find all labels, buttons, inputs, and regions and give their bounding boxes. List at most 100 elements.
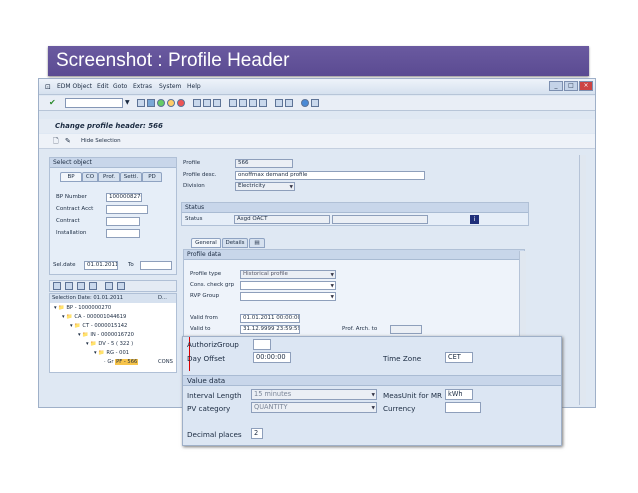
- contract-input[interactable]: [106, 217, 140, 226]
- cons-check-grp-label: Cons. check grp: [190, 282, 235, 288]
- pv-category-select[interactable]: QUANTITY ▼: [251, 402, 377, 413]
- rvp-group-select[interactable]: ▼: [240, 292, 336, 301]
- profile-desc-input[interactable]: onoffmax demand profile: [235, 171, 425, 180]
- tree-settings-icon[interactable]: [117, 282, 125, 290]
- standard-toolbar: ✔ ▼: [39, 96, 595, 111]
- window-icon[interactable]: ⊡: [45, 83, 51, 91]
- tab-pd[interactable]: PD: [142, 172, 162, 182]
- status-info-icon[interactable]: i: [470, 215, 479, 224]
- tab-settl[interactable]: Settl.: [120, 172, 142, 182]
- document-icon[interactable]: 🗋: [53, 137, 59, 148]
- currency-input[interactable]: [445, 402, 481, 413]
- division-label: Division: [183, 183, 205, 189]
- tree-collapse-icon[interactable]: [65, 282, 73, 290]
- change-icon[interactable]: ✎: [65, 137, 71, 145]
- save-icon[interactable]: [147, 99, 155, 107]
- contract-acct-label: Contract Acct: [56, 206, 94, 212]
- tab-bp[interactable]: BP: [60, 172, 82, 182]
- tab-general[interactable]: General: [191, 238, 221, 248]
- prof-arch-label: Prof. Arch. to: [342, 326, 378, 332]
- close-icon[interactable]: ×: [579, 81, 593, 91]
- back-nav-icon[interactable]: [157, 99, 165, 107]
- find-icon[interactable]: [203, 99, 211, 107]
- interval-length-select[interactable]: 15 minutes ▼: [251, 389, 377, 400]
- currency-label: Currency: [383, 404, 416, 413]
- main-scrollbar[interactable]: [579, 155, 586, 405]
- tree-refresh-icon[interactable]: [105, 282, 113, 290]
- profile-type-select[interactable]: Historical profile ▼: [240, 270, 336, 279]
- day-offset-input[interactable]: 00:00:00: [253, 352, 291, 363]
- tree-node-dv[interactable]: ▾ 📁 DV - 5 ( 322 ): [86, 341, 133, 347]
- tree-header-col2: D...: [158, 295, 167, 301]
- contract-acct-input[interactable]: [106, 205, 148, 214]
- tree-node-bp[interactable]: ▾ 📁 BP - 1000000270: [54, 305, 111, 311]
- shortcut-icon[interactable]: [285, 99, 293, 107]
- new-session-icon[interactable]: [275, 99, 283, 107]
- to-label: To: [128, 262, 134, 268]
- layout-icon[interactable]: [311, 99, 319, 107]
- profile-label: Profile: [183, 160, 201, 166]
- help-icon[interactable]: [301, 99, 309, 107]
- interval-length-label: Interval Length: [187, 391, 242, 400]
- valid-to-input[interactable]: 31.12.9999 23:59:59: [240, 325, 300, 334]
- menu-goto[interactable]: Goto: [113, 83, 127, 90]
- slide-title-banner: Screenshot : Profile Header: [48, 46, 589, 76]
- installation-label: Installation: [56, 230, 87, 236]
- menu-help[interactable]: Help: [187, 83, 201, 90]
- menu-extras[interactable]: Extras: [133, 83, 152, 90]
- minimize-icon[interactable]: _: [549, 81, 563, 91]
- tree-filter-icon[interactable]: [89, 282, 97, 290]
- menu-bar: ⊡ EDM Object Edit Goto Extras System Hel…: [39, 79, 595, 95]
- tab-prof[interactable]: Prof.: [98, 172, 120, 182]
- tree-expand-icon[interactable]: [53, 282, 61, 290]
- cancel-icon[interactable]: [177, 99, 185, 107]
- pv-category-label: PV category: [187, 404, 231, 413]
- profile-data-title: Profile data: [184, 250, 524, 260]
- to-input[interactable]: [140, 261, 172, 270]
- status-label: Status: [185, 216, 203, 222]
- authoriz-group-input[interactable]: [253, 339, 271, 350]
- next-page-icon[interactable]: [249, 99, 257, 107]
- tab-more-icon[interactable]: ▤: [249, 238, 265, 248]
- prof-arch-input: [390, 325, 422, 334]
- tree-node-ca[interactable]: ▾ 📁 CA - 000001044619: [62, 314, 126, 320]
- sel-date-input[interactable]: 01.01.2011: [84, 261, 118, 270]
- command-field[interactable]: [65, 98, 123, 108]
- chevron-down-icon: ▼: [371, 406, 375, 411]
- chevron-down-icon: ▼: [371, 393, 375, 398]
- tree-node-ct[interactable]: ▾ 📁 CT - 0000015142: [70, 323, 127, 329]
- menu-system[interactable]: System: [159, 83, 181, 90]
- tree-node-rg[interactable]: ▾ 📁 RG - 001: [94, 350, 129, 356]
- application-toolbar: 🗋 ✎ Hide Selection: [39, 134, 595, 149]
- enter-icon[interactable]: ✔: [49, 98, 56, 107]
- tree-node-pf-suffix: CONS: [158, 359, 173, 365]
- hide-selection-button[interactable]: Hide Selection: [81, 138, 121, 144]
- valid-from-input[interactable]: 01.01.2011 00:00:00: [240, 314, 300, 323]
- time-zone-input[interactable]: CET: [445, 352, 473, 363]
- division-select[interactable]: Electricity ▼: [235, 182, 295, 191]
- command-dropdown-icon[interactable]: ▼: [125, 99, 130, 106]
- profile-data-scrollbar[interactable]: [519, 251, 526, 339]
- tree-node-in[interactable]: ▾ 📁 IN - 0000016720: [78, 332, 134, 338]
- installation-input[interactable]: [106, 229, 140, 238]
- bp-number-input[interactable]: 1000008270: [106, 193, 142, 202]
- menu-edit[interactable]: Edit: [97, 83, 109, 90]
- tree-find-icon[interactable]: [77, 282, 85, 290]
- back-icon[interactable]: [137, 99, 145, 107]
- first-page-icon[interactable]: [229, 99, 237, 107]
- decimal-places-input[interactable]: 2: [251, 428, 263, 439]
- exit-icon[interactable]: [167, 99, 175, 107]
- tab-details[interactable]: Details: [222, 238, 248, 248]
- last-page-icon[interactable]: [259, 99, 267, 107]
- meas-unit-input[interactable]: kWh: [445, 389, 473, 400]
- maximize-icon[interactable]: □: [564, 81, 578, 91]
- print-icon[interactable]: [193, 99, 201, 107]
- prev-page-icon[interactable]: [239, 99, 247, 107]
- cons-check-grp-select[interactable]: ▼: [240, 281, 336, 290]
- tree-header-label: Selection Date: 01.01.2011: [52, 295, 124, 301]
- tab-co[interactable]: CO: [82, 172, 98, 182]
- tree-node-pf[interactable]: · Gr PF - 566: [104, 359, 139, 365]
- tree-toolbar: [49, 280, 177, 292]
- menu-edm-object[interactable]: EDM Object: [57, 83, 92, 90]
- find-next-icon[interactable]: [213, 99, 221, 107]
